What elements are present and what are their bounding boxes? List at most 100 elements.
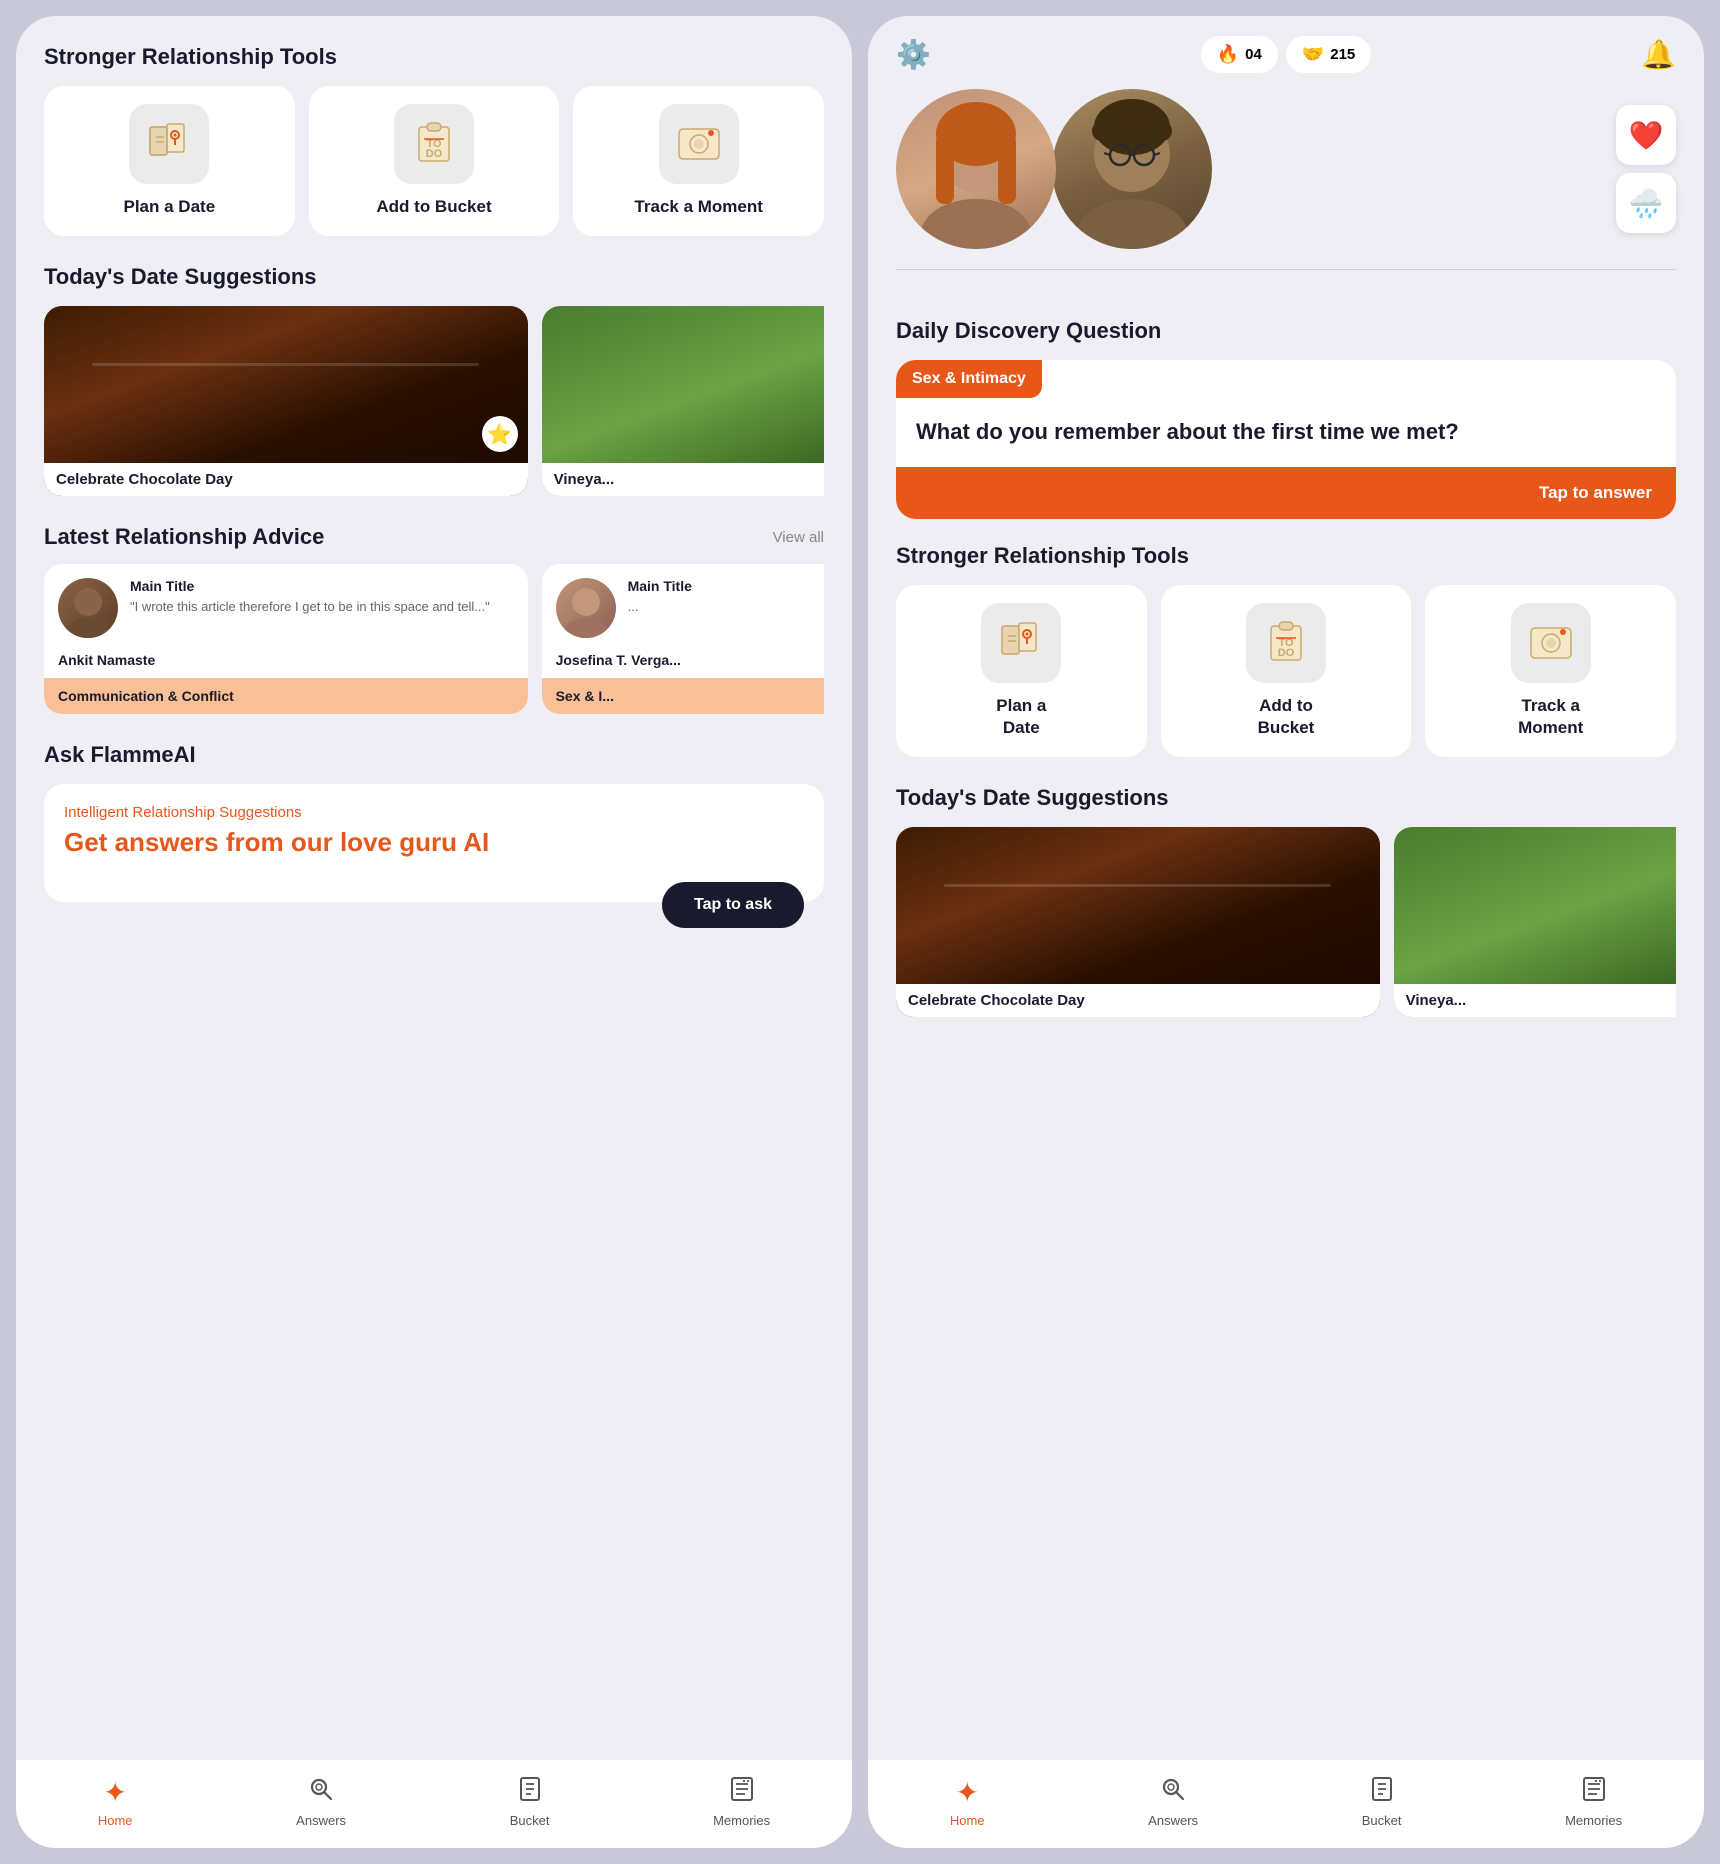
advice-tag-josefina: Sex & I...: [542, 678, 824, 714]
right-vineyard-label: Vineya...: [1394, 984, 1676, 1017]
home-icon-right: ✦: [955, 1776, 978, 1809]
avatar-man: [1052, 89, 1212, 249]
advice-main-title-ankit: Main Title: [130, 578, 490, 594]
plan-date-label: Plan a Date: [124, 196, 216, 218]
home-label-right: Home: [950, 1813, 985, 1828]
right-date-suggestions-title: Today's Date Suggestions: [896, 785, 1676, 811]
discovery-question: What do you remember about the first tim…: [896, 398, 1676, 455]
advice-card-ankit[interactable]: Main Title "I wrote this article therefo…: [44, 564, 528, 714]
add-bucket-label: Add to Bucket: [376, 196, 491, 218]
nav-home-left[interactable]: ✦ Home: [98, 1776, 133, 1828]
vineyard-card[interactable]: Vineya...: [542, 306, 824, 496]
map-icon: [144, 119, 194, 169]
bell-icon: 🔔: [1641, 38, 1676, 71]
right-date-suggestions-row: Celebrate Chocolate Day Vineya...: [896, 827, 1676, 1017]
advice-card-josefina[interactable]: Main Title ... Josefina T. Verga... Sex …: [542, 564, 824, 714]
right-chocolate-day-card[interactable]: Celebrate Chocolate Day: [896, 827, 1380, 1017]
memories-icon-right: [1581, 1776, 1607, 1809]
flamme-section-title: Ask FlammeAI: [44, 742, 824, 768]
advice-tag-ankit: Communication & Conflict: [44, 678, 528, 714]
header-pills: 🔥 04 🤝 215: [1201, 36, 1372, 73]
flamme-heading: Get answers from our love guru AI: [64, 827, 804, 858]
nav-answers-right[interactable]: Answers: [1148, 1776, 1198, 1828]
right-track-moment-icon-bg: [1511, 603, 1591, 683]
left-phone-content: Stronger Relationship Tools: [16, 16, 852, 1760]
flamme-subtitle: Intelligent Relationship Suggestions: [64, 804, 804, 821]
cloud-reaction-button[interactable]: 🌧️: [1616, 173, 1676, 233]
track-moment-tool[interactable]: Track a Moment: [573, 86, 824, 236]
answers-label-left: Answers: [296, 1813, 346, 1828]
bucket-label-right: Bucket: [1362, 1813, 1402, 1828]
heart-hands-icon: 🤝: [1302, 44, 1324, 65]
avatar-woman: [896, 89, 1056, 249]
right-plan-date-icon-bg: [981, 603, 1061, 683]
settings-button[interactable]: ⚙️: [896, 38, 931, 71]
gear-icon: ⚙️: [896, 38, 931, 71]
tools-row: Plan a Date TO DO Add to Bucket: [44, 86, 824, 236]
answers-label-right: Answers: [1148, 1813, 1198, 1828]
heart-emoji: ❤️: [1629, 119, 1664, 152]
cloud-emoji: 🌧️: [1629, 187, 1664, 220]
tap-to-answer-button[interactable]: Tap to answer: [896, 467, 1676, 519]
bucket-icon-left: [517, 1776, 543, 1809]
right-phone: ⚙️ 🔥 04 🤝 215 🔔: [868, 16, 1704, 1848]
right-add-bucket-label: Add toBucket: [1258, 695, 1315, 739]
divider: [896, 269, 1676, 270]
answers-icon-right: [1160, 1776, 1186, 1809]
advice-header: Latest Relationship Advice View all: [44, 524, 824, 550]
advice-excerpt-ankit: "I wrote this article therefore I get to…: [130, 598, 490, 616]
left-phone: Stronger Relationship Tools: [16, 16, 852, 1848]
view-all-button[interactable]: View all: [773, 529, 824, 546]
date-suggestions-title: Today's Date Suggestions: [44, 264, 824, 290]
add-bucket-icon-bg: TO DO: [394, 104, 474, 184]
right-phone-header: ⚙️ 🔥 04 🤝 215 🔔: [868, 16, 1704, 89]
right-todo-icon: TO DO: [1261, 618, 1311, 668]
track-moment-label: Track a Moment: [634, 196, 763, 218]
heart-count: 215: [1330, 46, 1355, 63]
advice-main-title-josefina: Main Title: [628, 578, 692, 594]
nav-bucket-left[interactable]: Bucket: [510, 1776, 550, 1828]
couple-section: ❤️ 🌧️: [868, 89, 1704, 269]
heart-pill[interactable]: 🤝 215: [1286, 36, 1371, 73]
chocolate-day-card[interactable]: ⭐ Celebrate Chocolate Day: [44, 306, 528, 496]
star-badge: ⭐: [482, 416, 518, 452]
nav-answers-left[interactable]: Answers: [296, 1776, 346, 1828]
heart-reaction-button[interactable]: ❤️: [1616, 105, 1676, 165]
right-add-bucket-tool[interactable]: TO DO Add toBucket: [1161, 585, 1412, 757]
right-track-moment-label: Track aMoment: [1518, 695, 1583, 739]
advice-row: Main Title "I wrote this article therefo…: [44, 564, 824, 714]
tools-section-title: Stronger Relationship Tools: [44, 44, 824, 70]
chocolate-day-label: Celebrate Chocolate Day: [44, 463, 528, 496]
nav-bucket-right[interactable]: Bucket: [1362, 1776, 1402, 1828]
nav-home-right[interactable]: ✦ Home: [950, 1776, 985, 1828]
advice-author-ankit: Ankit Namaste: [44, 652, 528, 678]
discovery-card: Sex & Intimacy What do you remember abou…: [896, 360, 1676, 519]
nav-memories-right[interactable]: Memories: [1565, 1776, 1622, 1828]
notification-button[interactable]: 🔔: [1641, 38, 1676, 71]
plan-date-tool[interactable]: Plan a Date: [44, 86, 295, 236]
right-photo-icon: [1526, 618, 1576, 668]
vineyard-label: Vineya...: [542, 463, 824, 496]
nav-memories-left[interactable]: Memories: [713, 1776, 770, 1828]
advice-card-body-josefina: Main Title ...: [542, 564, 824, 652]
right-plan-date-tool[interactable]: Plan aDate: [896, 585, 1147, 757]
avatar-josefina: [556, 578, 616, 638]
right-track-moment-tool[interactable]: Track aMoment: [1425, 585, 1676, 757]
flame-pill[interactable]: 🔥 04: [1201, 36, 1278, 73]
right-vineyard-card[interactable]: Vineya...: [1394, 827, 1676, 1017]
svg-text:DO: DO: [426, 148, 443, 160]
advice-card-body-ankit: Main Title "I wrote this article therefo…: [44, 564, 528, 652]
right-tools-section-title: Stronger Relationship Tools: [896, 543, 1676, 569]
right-bottom-nav: ✦ Home Answers Bucket Memories: [868, 1760, 1704, 1848]
advice-text-ankit: Main Title "I wrote this article therefo…: [130, 578, 490, 616]
memories-label-left: Memories: [713, 1813, 770, 1828]
right-chocolate-day-label: Celebrate Chocolate Day: [896, 984, 1380, 1017]
advice-title: Latest Relationship Advice: [44, 524, 324, 550]
track-moment-icon-bg: [659, 104, 739, 184]
right-phone-content: Daily Discovery Question Sex & Intimacy …: [868, 290, 1704, 1760]
add-bucket-tool[interactable]: TO DO Add to Bucket: [309, 86, 560, 236]
flame-count: 04: [1245, 46, 1262, 63]
flamme-tap-to-ask-button[interactable]: Tap to ask: [662, 882, 804, 928]
advice-excerpt-josefina: ...: [628, 598, 692, 616]
home-label-left: Home: [98, 1813, 133, 1828]
